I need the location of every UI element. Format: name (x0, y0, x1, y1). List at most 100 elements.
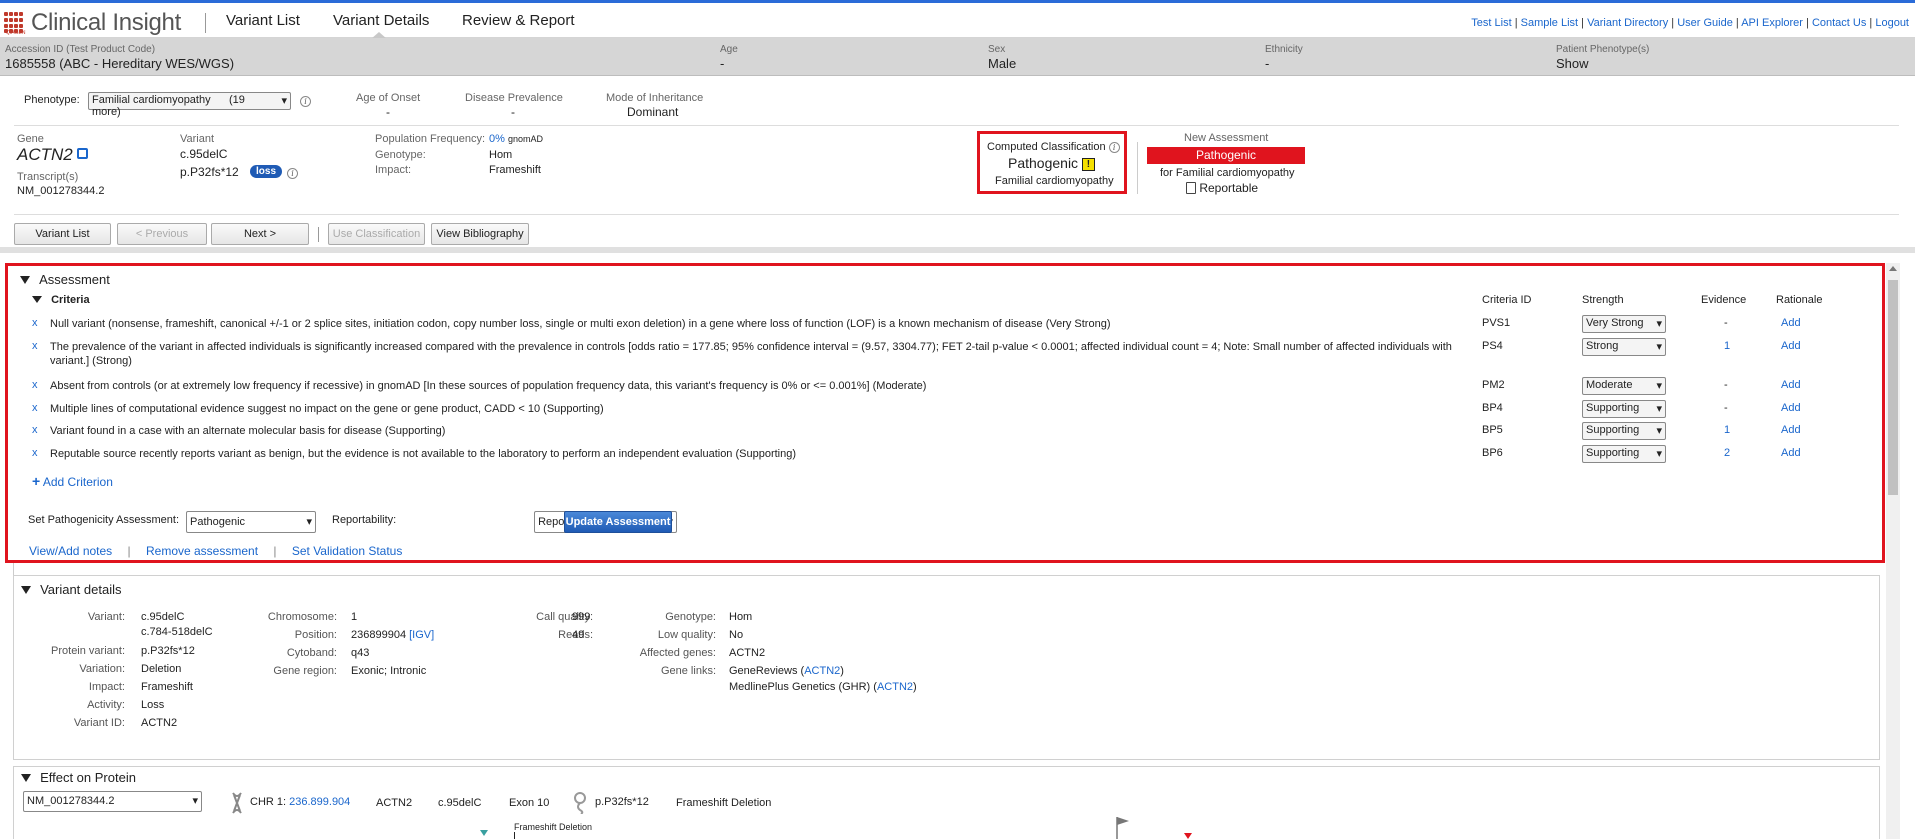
assessment-panel: Assessment Criteria Criteria ID Strength… (5, 263, 1885, 563)
criterion-text: Reputable source recently reports varian… (50, 448, 797, 460)
warning-flag-icon: ! (1081, 157, 1095, 171)
popfreq-link[interactable]: 0% (489, 133, 505, 145)
use-classification-button[interactable]: Use Classification (328, 223, 425, 245)
evidence-link[interactable]: 2 (1724, 447, 1730, 459)
rationale-add-link[interactable]: Add (1781, 424, 1801, 436)
strength-select[interactable]: Supporting (1582, 445, 1666, 463)
detail-label: Cytoband: (286, 647, 337, 659)
protein-change: p.P32fs*12 (595, 796, 649, 808)
chromosome-icon (232, 792, 242, 814)
variant-details-header[interactable]: Variant details (21, 582, 121, 597)
link-variant-directory[interactable]: Variant Directory (1587, 17, 1668, 29)
computed-classification-box: Computed Classification i Pathogenic ! F… (977, 131, 1127, 194)
link-test-list[interactable]: Test List (1471, 17, 1511, 29)
effect-on-protein-header[interactable]: Effect on Protein (21, 770, 136, 785)
remove-criterion-icon[interactable]: x (32, 402, 38, 414)
remove-criterion-icon[interactable]: x (32, 317, 38, 329)
tab-variant-list[interactable]: Variant List (226, 12, 300, 29)
scrollbar-thumb[interactable] (1888, 280, 1898, 495)
ethnicity-value: - (1265, 56, 1270, 71)
chr-label: CHR 1: (250, 796, 287, 808)
strength-select[interactable]: Supporting (1582, 422, 1666, 440)
rationale-add-link[interactable]: Add (1781, 317, 1801, 329)
app-name: Clinical Insight (31, 9, 181, 36)
divider (318, 227, 319, 242)
medlineplus-link[interactable]: ACTN2 (877, 681, 913, 693)
track-marker-icon (1184, 833, 1192, 839)
reportable-text: Reportable (1199, 181, 1259, 195)
criterion-id: PS4 (1482, 340, 1503, 352)
add-criterion-link[interactable]: + Add Criterion (32, 473, 113, 489)
phenotype-select[interactable]: Familial cardiomyopathy (19 more) (88, 92, 291, 118)
position-value: 236899904 (351, 629, 407, 641)
top-navigation: Clinical Insight QIAGEN Variant List Var… (0, 0, 1915, 39)
strength-select[interactable]: Moderate (1582, 377, 1666, 395)
remove-criterion-icon[interactable]: x (32, 340, 38, 352)
strength-select[interactable]: Very Strong (1582, 315, 1666, 333)
link-contact-us[interactable]: Contact Us (1812, 17, 1866, 29)
set-validation-status-link[interactable]: Set Validation Status (292, 544, 403, 558)
rationale-add-link[interactable]: Add (1781, 340, 1801, 352)
gene-label: Gene (17, 133, 44, 145)
view-bibliography-button[interactable]: View Bibliography (431, 223, 529, 245)
next-button[interactable]: Next > (211, 223, 309, 245)
info-icon[interactable]: i (287, 168, 298, 179)
link-sample-list[interactable]: Sample List (1521, 17, 1578, 29)
remove-criterion-icon[interactable]: x (32, 424, 38, 436)
genotype-label: Genotype: (375, 149, 426, 161)
rationale-add-link[interactable]: Add (1781, 402, 1801, 414)
effect-on-protein-title: Effect on Protein (40, 770, 136, 785)
criterion-text: Null variant (nonsense, frameshift, cano… (50, 318, 1111, 330)
strength-select[interactable]: Supporting (1582, 400, 1666, 418)
protein-exon: Exon 10 (509, 797, 550, 809)
link-user-guide[interactable]: User Guide (1677, 17, 1733, 29)
criteria-header-label: Criteria (51, 294, 90, 306)
rationale-add-link[interactable]: Add (1781, 379, 1801, 391)
criterion-id: BP5 (1482, 424, 1503, 436)
scroll-up-arrow-icon[interactable] (1889, 266, 1897, 271)
criteria-header[interactable]: Criteria (32, 294, 90, 306)
remove-assessment-link[interactable]: Remove assessment (146, 544, 258, 558)
criterion-id: BP6 (1482, 447, 1503, 459)
link-logout[interactable]: Logout (1875, 17, 1909, 29)
evidence-link[interactable]: 1 (1724, 340, 1730, 352)
popfreq-value: 0% gnomAD (489, 133, 543, 145)
info-icon[interactable]: i (300, 96, 311, 107)
genereviews-link[interactable]: ACTN2 (804, 665, 840, 677)
remove-criterion-icon[interactable]: x (32, 379, 38, 391)
flag-icon (1116, 817, 1129, 839)
igv-link[interactable]: [IGV] (409, 629, 434, 641)
evidence-link[interactable]: 1 (1724, 424, 1730, 436)
detail-value: ACTN2 (729, 647, 766, 659)
pathogenicity-select[interactable]: Pathogenic (186, 511, 316, 533)
previous-button[interactable]: < Previous (117, 223, 207, 245)
medlineplus-label: MedlinePlus Genetics (GHR) (729, 681, 871, 693)
detail-label: Gene region: (273, 665, 337, 677)
detail-label: Affected genes: (639, 647, 716, 659)
link-api-explorer[interactable]: API Explorer (1741, 17, 1803, 29)
external-link-icon[interactable] (77, 148, 89, 160)
phenotype-label: Phenotype: (24, 94, 80, 106)
strength-select[interactable]: Strong (1582, 338, 1666, 356)
assessment-header[interactable]: Assessment (20, 272, 110, 287)
patient-phenotype-show-link[interactable]: Show (1556, 56, 1589, 71)
remove-criterion-icon[interactable]: x (32, 447, 38, 459)
info-icon[interactable]: i (1108, 142, 1120, 153)
transcript-label: Transcript(s) (17, 171, 79, 183)
rationale-add-link[interactable]: Add (1781, 447, 1801, 459)
transcript-select[interactable]: NM_001278344.2 (23, 791, 202, 812)
variant-list-button[interactable]: Variant List (14, 223, 111, 245)
set-pathogenicity-label: Set Pathogenicity Assessment: (28, 514, 180, 526)
app-logo[interactable]: Clinical Insight QIAGEN (4, 9, 181, 37)
collapse-triangle-icon (20, 276, 30, 284)
computed-label: Computed Classification i (987, 141, 1120, 153)
divider (14, 214, 1899, 215)
tab-variant-details[interactable]: Variant Details (333, 12, 429, 29)
view-add-notes-link[interactable]: View/Add notes (29, 544, 112, 558)
impact-label: Impact: (375, 164, 412, 176)
update-assessment-button[interactable]: Update Assessment (564, 511, 672, 533)
tab-review-report[interactable]: Review & Report (462, 12, 575, 29)
new-assessment-for: for Familial cardiomyopathy (1160, 167, 1295, 179)
chr-position-link[interactable]: 236.899.904 (289, 796, 350, 808)
transcript-value: NM_001278344.2 (17, 185, 105, 197)
